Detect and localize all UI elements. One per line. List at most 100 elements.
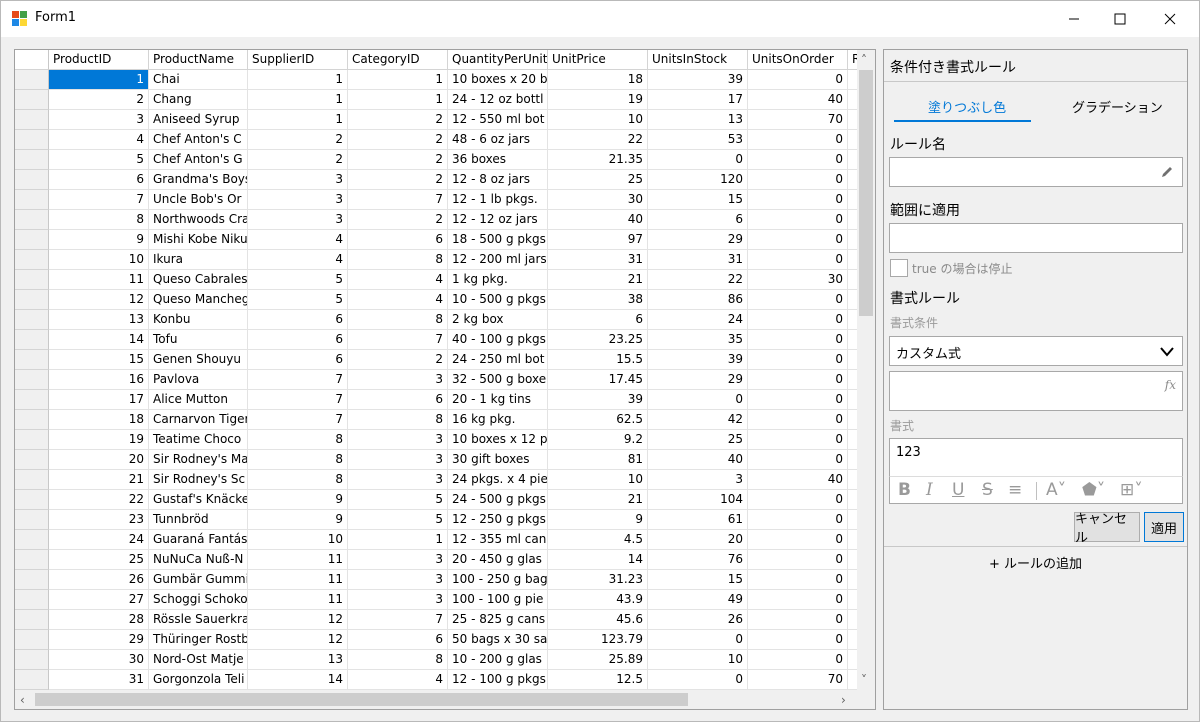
table-cell[interactable]: 7: [348, 610, 448, 630]
table-cell[interactable]: 23: [49, 510, 149, 530]
table-cell[interactable]: Grandma's Boys: [149, 170, 248, 190]
table-cell[interactable]: 6: [548, 310, 648, 330]
table-cell[interactable]: 1: [248, 90, 348, 110]
table-cell[interactable]: 25: [548, 170, 648, 190]
table-cell[interactable]: 31: [49, 670, 149, 690]
horizontal-scroll-thumb[interactable]: [35, 693, 688, 706]
table-cell[interactable]: 70: [748, 670, 848, 690]
table-cell[interactable]: 4: [348, 270, 448, 290]
table-cell[interactable]: 32 - 500 g boxe: [448, 370, 548, 390]
table-cell[interactable]: 0: [748, 530, 848, 550]
table-cell[interactable]: 14: [248, 670, 348, 690]
column-header[interactable]: ProductID: [49, 50, 149, 70]
table-cell[interactable]: [848, 230, 857, 250]
formula-input[interactable]: fx: [889, 371, 1183, 411]
column-header[interactable]: ProductName: [149, 50, 248, 70]
table-cell[interactable]: [848, 470, 857, 490]
table-cell[interactable]: 40: [748, 470, 848, 490]
table-cell[interactable]: 12.5: [548, 670, 648, 690]
table-cell[interactable]: 1: [348, 530, 448, 550]
table-cell[interactable]: Aniseed Syrup: [149, 110, 248, 130]
table-cell[interactable]: 39: [548, 390, 648, 410]
row-header[interactable]: [15, 270, 49, 290]
table-cell[interactable]: [848, 150, 857, 170]
row-header[interactable]: [15, 450, 49, 470]
table-cell[interactable]: 12 - 550 ml bot: [448, 110, 548, 130]
row-header[interactable]: [15, 370, 49, 390]
table-cell[interactable]: 26: [648, 610, 748, 630]
table-cell[interactable]: [848, 650, 857, 670]
table-cell[interactable]: 24 - 12 oz bottl: [448, 90, 548, 110]
table-cell[interactable]: 0: [748, 150, 848, 170]
horizontal-scrollbar[interactable]: ‹ ›: [15, 690, 857, 709]
table-cell[interactable]: 20: [648, 530, 748, 550]
table-cell[interactable]: [848, 210, 857, 230]
table-cell[interactable]: 11: [248, 590, 348, 610]
table-cell[interactable]: 5: [248, 270, 348, 290]
table-cell[interactable]: 10 - 200 g glas: [448, 650, 548, 670]
row-header[interactable]: [15, 490, 49, 510]
row-header[interactable]: [15, 230, 49, 250]
font-color-icon[interactable]: A˅: [1046, 481, 1066, 499]
table-cell[interactable]: 0: [748, 370, 848, 390]
table-cell[interactable]: 4: [248, 250, 348, 270]
row-header[interactable]: [15, 190, 49, 210]
row-header[interactable]: [15, 510, 49, 530]
column-header[interactable]: UnitPrice: [548, 50, 648, 70]
table-cell[interactable]: 100 - 250 g bag: [448, 570, 548, 590]
minimize-button[interactable]: [1051, 1, 1097, 37]
table-cell[interactable]: 0: [748, 450, 848, 470]
table-cell[interactable]: 6: [348, 630, 448, 650]
table-cell[interactable]: Chef Anton's G: [149, 150, 248, 170]
border-icon[interactable]: ⊞˅: [1120, 481, 1143, 499]
table-cell[interactable]: 40 - 100 g pkgs: [448, 330, 548, 350]
cancel-button[interactable]: キャンセル: [1074, 512, 1140, 546]
table-cell[interactable]: 14: [49, 330, 149, 350]
table-cell[interactable]: 6: [49, 170, 149, 190]
table-cell[interactable]: 1: [248, 70, 348, 90]
apply-button[interactable]: 適用: [1144, 512, 1184, 542]
table-cell[interactable]: 23.25: [548, 330, 648, 350]
table-cell[interactable]: 1: [348, 90, 448, 110]
stop-if-true-checkbox[interactable]: [890, 259, 908, 277]
align-icon[interactable]: ≡: [1008, 481, 1022, 499]
table-cell[interactable]: [848, 490, 857, 510]
table-cell[interactable]: 36 boxes: [448, 150, 548, 170]
table-cell[interactable]: 29: [648, 370, 748, 390]
row-header[interactable]: [15, 410, 49, 430]
table-cell[interactable]: 24 - 250 ml bot: [448, 350, 548, 370]
row-header[interactable]: [15, 670, 49, 690]
table-cell[interactable]: Ikura: [149, 250, 248, 270]
table-cell[interactable]: 12 - 250 g pkgs: [448, 510, 548, 530]
table-cell[interactable]: 0: [748, 570, 848, 590]
table-cell[interactable]: 81: [548, 450, 648, 470]
row-header[interactable]: [15, 210, 49, 230]
table-cell[interactable]: [848, 130, 857, 150]
table-cell[interactable]: 0: [748, 290, 848, 310]
table-cell[interactable]: [848, 170, 857, 190]
table-cell[interactable]: 20 - 450 g glas: [448, 550, 548, 570]
range-input[interactable]: [889, 223, 1183, 253]
table-cell[interactable]: 31: [648, 250, 748, 270]
table-cell[interactable]: 0: [648, 670, 748, 690]
table-cell[interactable]: 0: [748, 650, 848, 670]
row-header[interactable]: [15, 330, 49, 350]
table-cell[interactable]: 17: [648, 90, 748, 110]
table-cell[interactable]: 25 - 825 g cans: [448, 610, 548, 630]
table-cell[interactable]: 4: [248, 230, 348, 250]
table-cell[interactable]: 12 - 100 g pkgs: [448, 670, 548, 690]
row-header[interactable]: [15, 550, 49, 570]
table-cell[interactable]: 40: [548, 210, 648, 230]
table-cell[interactable]: 1: [248, 110, 348, 130]
table-cell[interactable]: 48 - 6 oz jars: [448, 130, 548, 150]
table-cell[interactable]: [848, 610, 857, 630]
row-header[interactable]: [15, 250, 49, 270]
table-cell[interactable]: [848, 670, 857, 690]
table-cell[interactable]: 0: [748, 230, 848, 250]
row-header[interactable]: [15, 470, 49, 490]
table-cell[interactable]: 19: [49, 430, 149, 450]
table-cell[interactable]: 24: [49, 530, 149, 550]
row-header[interactable]: [15, 650, 49, 670]
pencil-icon[interactable]: [1160, 165, 1174, 179]
table-cell[interactable]: 76: [648, 550, 748, 570]
